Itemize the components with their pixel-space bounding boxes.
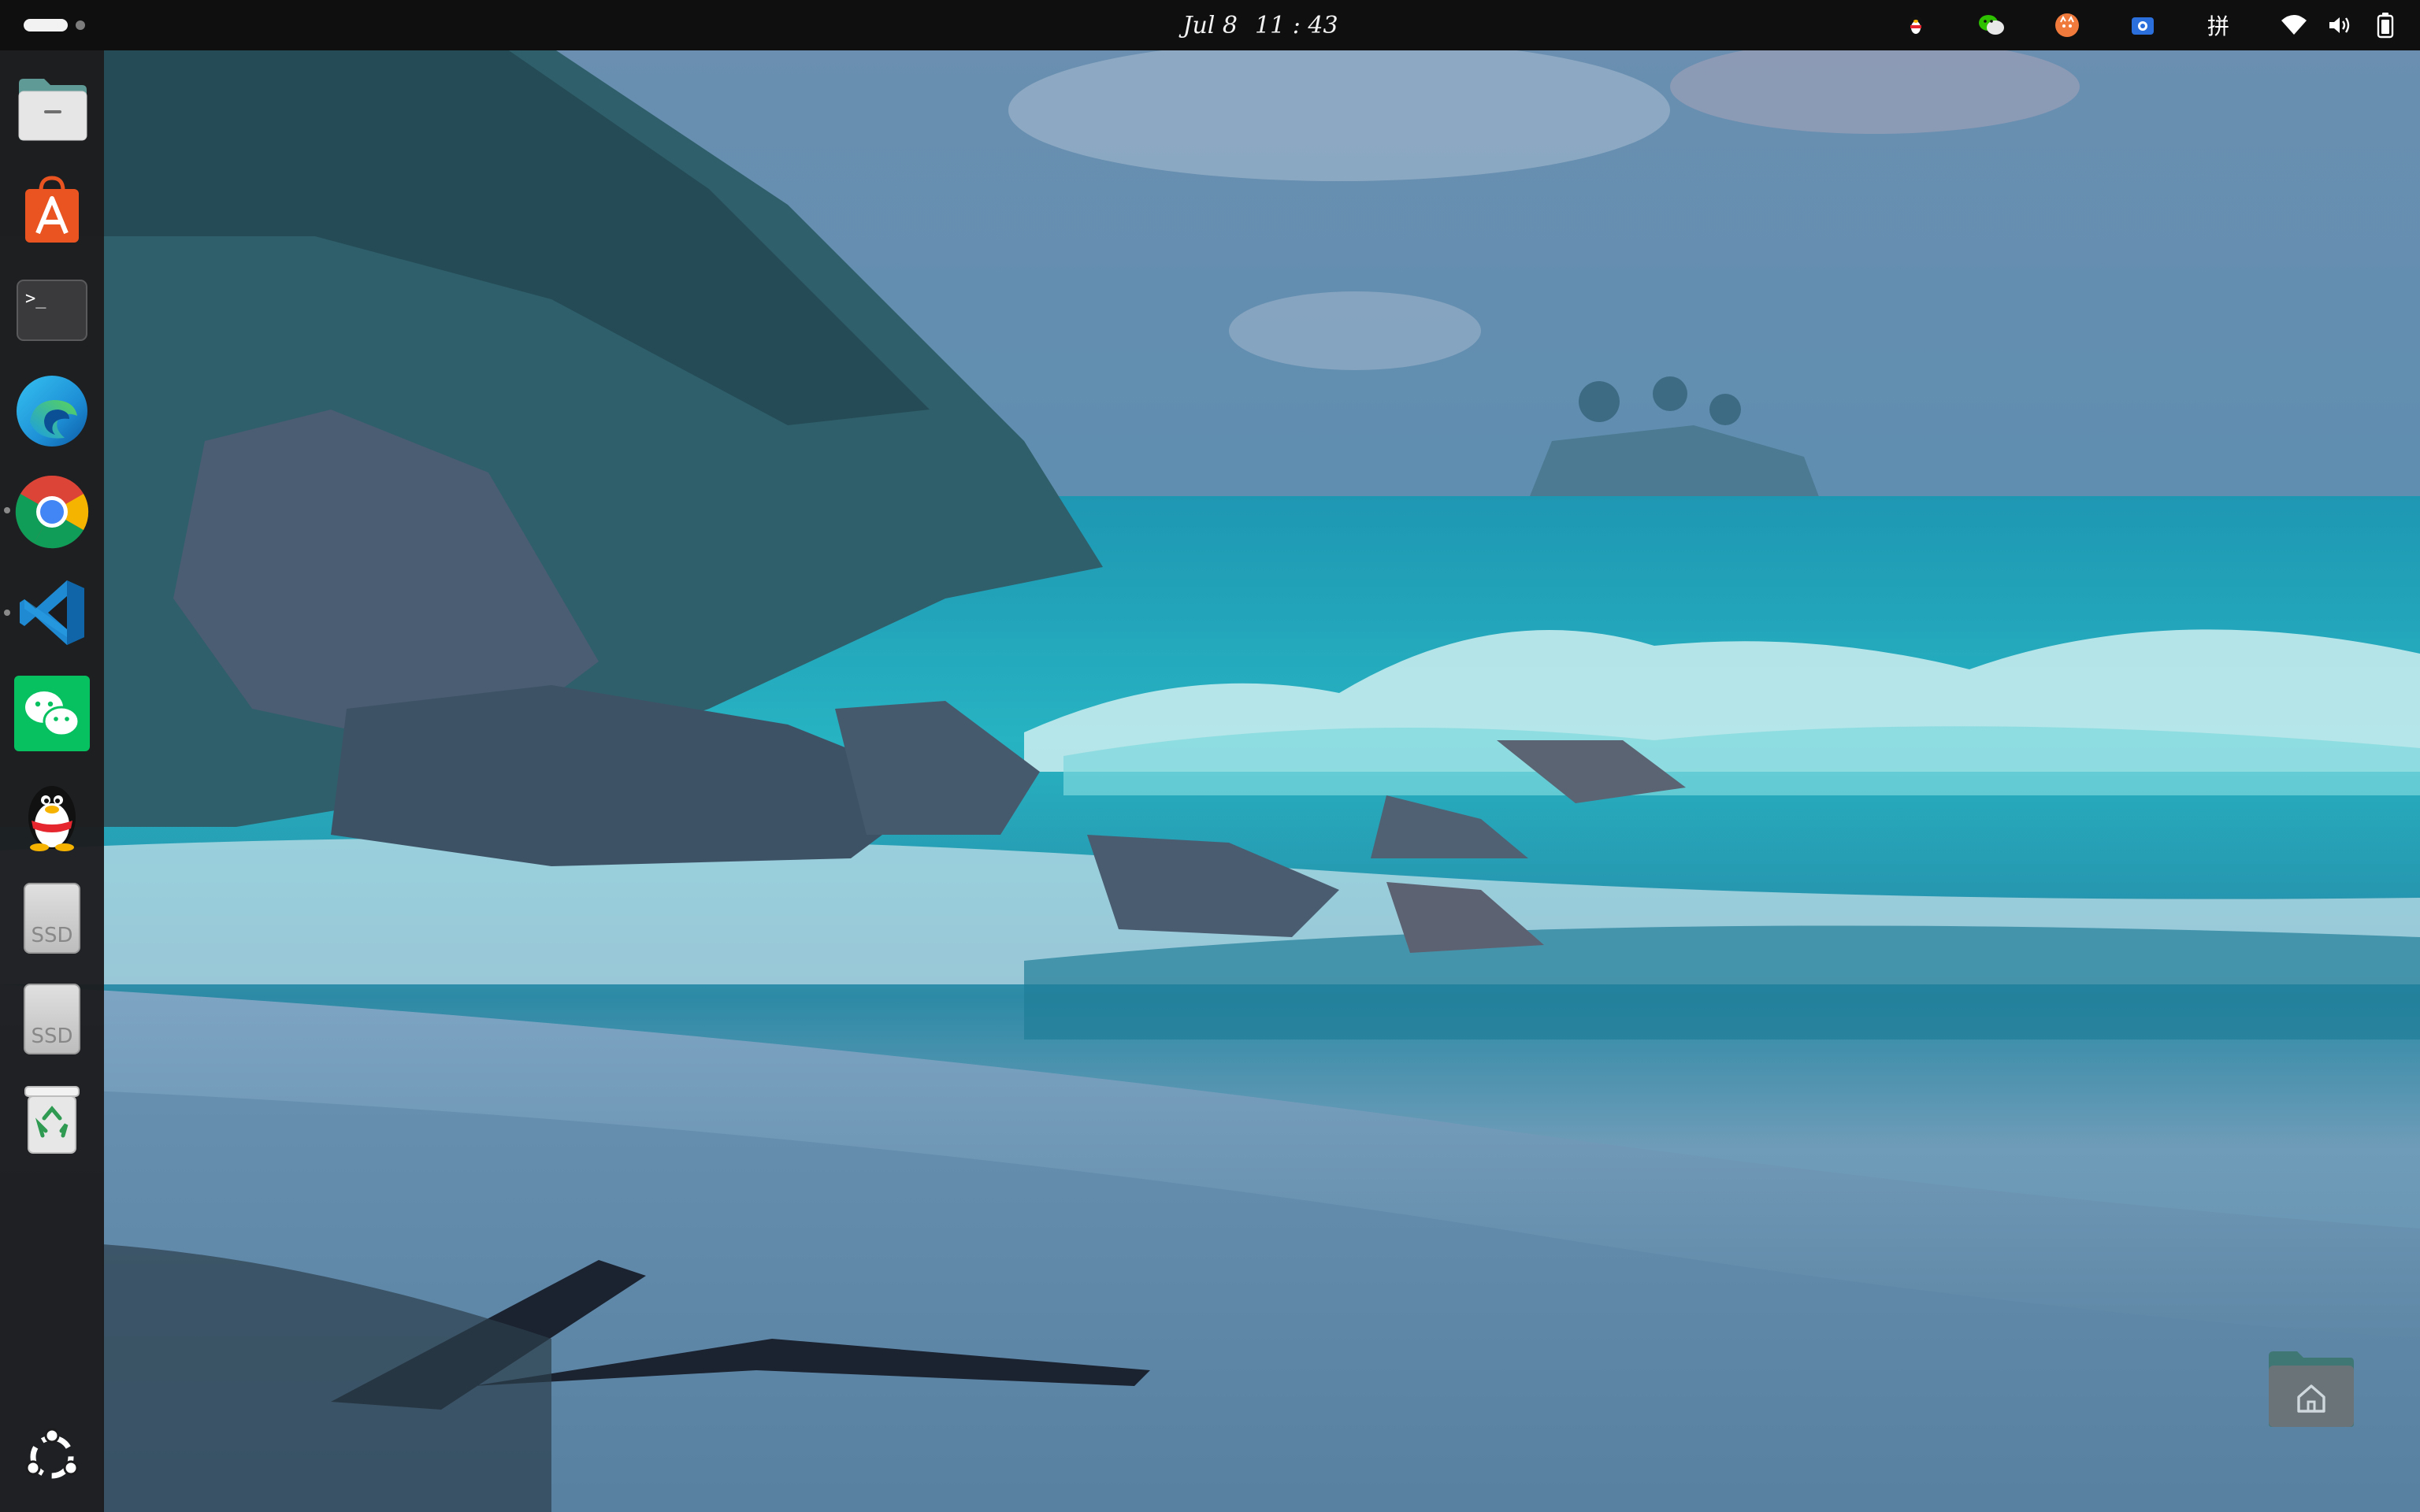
dock-ssd-1[interactable]: SSD — [11, 877, 93, 959]
top-bar: Jul 8 11 : 43 拼 — [0, 0, 2420, 50]
edge-icon — [17, 376, 87, 447]
drive-label: SSD — [31, 924, 73, 947]
dock-vscode[interactable] — [11, 572, 93, 654]
folder-icon — [18, 79, 87, 141]
desktop-home-folder[interactable] — [2266, 1348, 2357, 1430]
vscode-running-indicator — [4, 610, 10, 616]
ime-label: 拼 — [2207, 13, 2229, 39]
show-apps-button[interactable] — [11, 1416, 93, 1498]
dock-terminal[interactable]: >_ — [11, 269, 93, 351]
cat-tray-icon[interactable] — [2051, 9, 2083, 41]
desktop-wallpaper — [0, 0, 2420, 1512]
chrome-running-indicator — [4, 507, 10, 513]
workspace-dot — [76, 20, 85, 30]
ubuntu-logo-icon — [25, 1428, 79, 1479]
wechat-tray-icon[interactable] — [1976, 9, 2007, 41]
home-folder-icon — [2269, 1351, 2354, 1427]
trash-icon — [24, 1086, 80, 1154]
dock-wechat[interactable] — [11, 673, 93, 754]
active-workspace-pill — [24, 19, 68, 32]
battery-icon[interactable] — [2370, 9, 2401, 41]
vscode-icon — [20, 580, 84, 645]
dock-qq[interactable] — [11, 773, 93, 855]
wallpaper-art — [0, 0, 2420, 1512]
clock-date: Jul 8 — [1182, 11, 1238, 39]
activities-indicator[interactable] — [24, 19, 85, 32]
drive-icon: SSD — [24, 984, 80, 1054]
dock-ssd-2[interactable]: SSD — [11, 978, 93, 1060]
camera-tray-icon[interactable] — [2127, 9, 2158, 41]
volume-icon[interactable] — [2324, 9, 2355, 41]
store-icon — [25, 176, 79, 243]
qq-tray-icon[interactable] — [1900, 9, 1932, 41]
wechat-icon — [14, 676, 90, 751]
svg-text:>_: >_ — [25, 289, 46, 309]
drive-label: SSD — [31, 1025, 73, 1048]
qq-penguin-icon — [28, 786, 76, 851]
system-tray: 拼 — [1900, 0, 2401, 50]
dock-files[interactable] — [11, 68, 93, 150]
clock-button[interactable]: Jul 8 11 : 43 — [1103, 0, 1418, 50]
dock-edge[interactable] — [11, 370, 93, 452]
dock-chrome[interactable] — [11, 471, 93, 553]
ime-indicator[interactable]: 拼 — [2203, 9, 2234, 41]
dock: >_ SSD SSD — [0, 50, 104, 1512]
wifi-icon[interactable] — [2278, 9, 2310, 41]
chrome-icon — [15, 475, 89, 549]
terminal-icon: >_ — [17, 280, 87, 341]
clock-time: 11 : 43 — [1255, 11, 1338, 39]
dock-app-center[interactable] — [11, 169, 93, 250]
drive-icon: SSD — [24, 883, 80, 954]
dock-trash[interactable] — [11, 1079, 93, 1161]
